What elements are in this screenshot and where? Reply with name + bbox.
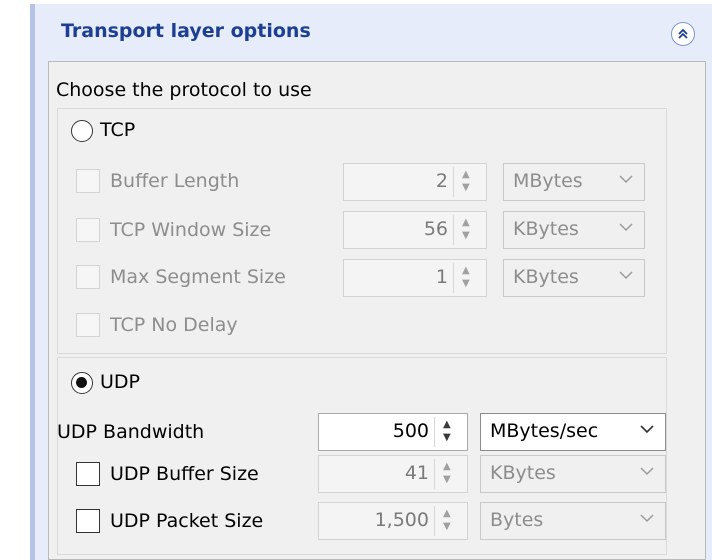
window-edge <box>0 0 30 560</box>
spin-up-icon[interactable]: ▲ <box>462 266 470 276</box>
max-segment-size-spinner[interactable]: 1 ▲ ▼ <box>343 259 487 297</box>
udp-bandwidth-spinner[interactable]: 500 ▲ ▼ <box>318 413 468 451</box>
udp-buffer-size-unit: KBytes <box>490 462 556 484</box>
chevron-down-icon <box>640 425 654 434</box>
max-segment-size-checkbox[interactable] <box>76 265 100 289</box>
udp-bandwidth-unit: MBytes/sec <box>490 420 599 442</box>
spinner-arrows[interactable]: ▲ ▼ <box>453 215 480 245</box>
udp-buffer-size-spinner[interactable]: 41 ▲ ▼ <box>318 455 468 493</box>
udp-bandwidth-label: UDP Bandwidth <box>57 421 205 443</box>
tcp-radio-label: TCP <box>100 119 136 141</box>
spin-down-icon[interactable]: ▼ <box>443 433 451 443</box>
chevron-down-icon <box>619 271 633 280</box>
tcp-window-size-label: TCP Window Size <box>110 219 272 241</box>
protocol-label: Choose the protocol to use <box>56 79 312 101</box>
max-segment-size-label: Max Segment Size <box>110 266 286 288</box>
spin-down-icon[interactable]: ▼ <box>443 475 451 485</box>
tcp-window-size-unit: KBytes <box>513 218 579 240</box>
double-chevron-up-icon[interactable] <box>671 22 695 46</box>
chevron-down-icon <box>619 175 633 184</box>
udp-packet-size-unit: Bytes <box>490 509 544 531</box>
tcp-no-delay-label: TCP No Delay <box>110 314 238 336</box>
spin-down-icon[interactable]: ▼ <box>462 279 470 289</box>
max-segment-size-unit-combo[interactable]: KBytes <box>503 259 645 297</box>
udp-buffer-size-checkbox[interactable] <box>76 462 100 486</box>
buffer-length-value: 2 <box>435 170 448 192</box>
udp-packet-size-checkbox[interactable] <box>76 509 100 533</box>
spin-up-icon[interactable]: ▲ <box>462 170 470 180</box>
tcp-window-size-spinner[interactable]: 56 ▲ ▼ <box>343 211 487 249</box>
tcp-window-size-checkbox[interactable] <box>76 218 100 242</box>
spinner-arrows[interactable]: ▲ ▼ <box>453 167 480 197</box>
tcp-radio[interactable] <box>71 120 93 142</box>
max-segment-size-value: 1 <box>435 266 448 288</box>
spinner-arrows[interactable]: ▲ ▼ <box>434 459 461 489</box>
udp-bandwidth-unit-combo[interactable]: MBytes/sec <box>480 413 666 451</box>
chevron-down-icon <box>640 514 654 523</box>
spin-up-icon[interactable]: ▲ <box>443 420 451 430</box>
buffer-length-unit-combo[interactable]: MBytes <box>503 163 645 201</box>
udp-packet-size-value: 1,500 <box>374 509 429 531</box>
tcp-no-delay-checkbox[interactable] <box>76 313 100 337</box>
spin-down-icon[interactable]: ▼ <box>443 522 451 532</box>
max-segment-size-unit: KBytes <box>513 266 579 288</box>
udp-radio-label: UDP <box>100 371 140 393</box>
buffer-length-unit: MBytes <box>513 170 583 192</box>
buffer-length-label: Buffer Length <box>110 170 240 192</box>
spin-down-icon[interactable]: ▼ <box>462 231 470 241</box>
panel-title: Transport layer options <box>61 20 311 42</box>
tcp-window-size-unit-combo[interactable]: KBytes <box>503 211 645 249</box>
udp-buffer-size-label: UDP Buffer Size <box>110 463 259 485</box>
tcp-window-size-value: 56 <box>423 218 448 240</box>
buffer-length-spinner[interactable]: 2 ▲ ▼ <box>343 163 487 201</box>
buffer-length-checkbox[interactable] <box>76 169 100 193</box>
panel-header[interactable]: Transport layer options <box>35 10 712 56</box>
spin-up-icon[interactable]: ▲ <box>462 218 470 228</box>
chevron-down-icon <box>619 223 633 232</box>
udp-radio[interactable] <box>71 372 93 394</box>
spin-down-icon[interactable]: ▼ <box>462 183 470 193</box>
spinner-arrows[interactable]: ▲ ▼ <box>453 263 480 293</box>
udp-buffer-size-value: 41 <box>404 462 429 484</box>
spinner-arrows[interactable]: ▲ ▼ <box>434 506 461 536</box>
udp-packet-size-unit-combo[interactable]: Bytes <box>480 502 666 540</box>
spin-up-icon[interactable]: ▲ <box>443 462 451 472</box>
udp-packet-size-spinner[interactable]: 1,500 ▲ ▼ <box>318 502 468 540</box>
spin-up-icon[interactable]: ▲ <box>443 509 451 519</box>
chevron-down-icon <box>640 467 654 476</box>
spinner-arrows[interactable]: ▲ ▼ <box>434 417 461 447</box>
udp-packet-size-label: UDP Packet Size <box>110 510 264 532</box>
udp-bandwidth-value[interactable]: 500 <box>393 420 429 442</box>
udp-buffer-size-unit-combo[interactable]: KBytes <box>480 455 666 493</box>
